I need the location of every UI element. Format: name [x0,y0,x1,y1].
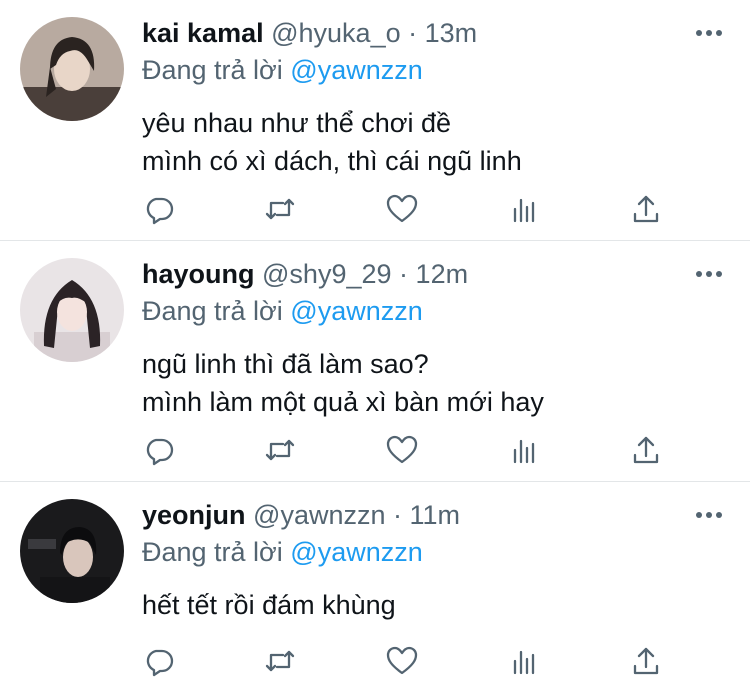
user-handle[interactable]: @shy9_29 [262,259,392,289]
tweet-text: yêu nhau như thể chơi đề mình có xì dách… [142,108,522,176]
avatar[interactable] [20,499,124,603]
replying-label: Đang trả lời [142,296,283,326]
tweet-text: hết tết rồi đám khùng [142,590,396,620]
reply-feed: kai kamal @hyuka_o · 13m Đang trả lời @y… [0,0,750,682]
display-name[interactable]: kai kamal [142,18,264,48]
more-options-icon[interactable] [696,269,722,279]
more-options-icon[interactable] [696,28,722,38]
separator: · [399,259,409,289]
like-icon[interactable] [385,192,419,226]
retweet-icon[interactable] [263,433,297,467]
replying-to-link[interactable]: @yawnzzn [290,537,422,567]
action-bar [142,433,662,467]
action-bar [142,192,662,226]
tweet-text: ngũ linh thì đã làm sao? mình làm một qu… [142,349,544,417]
replying-to-link[interactable]: @yawnzzn [290,296,422,326]
reply-icon[interactable] [142,192,176,226]
separator: · [393,500,403,530]
tweet-card[interactable]: yeonjun @yawnzzn · 11m Đang trả lời @yaw… [0,482,750,682]
views-icon[interactable] [508,433,542,467]
share-icon[interactable] [629,644,663,678]
separator: · [408,18,418,48]
avatar[interactable] [20,17,124,121]
reply-icon[interactable] [142,433,176,467]
replying-to-line: Đang trả lời @yawnzzn [142,52,720,88]
display-name[interactable]: yeonjun [142,500,246,530]
share-icon[interactable] [629,192,663,226]
replying-label: Đang trả lời [142,537,283,567]
views-icon[interactable] [508,192,542,226]
retweet-icon[interactable] [263,644,297,678]
replying-to-line: Đang trả lời @yawnzzn [142,293,720,329]
like-icon[interactable] [385,433,419,467]
display-name[interactable]: hayoung [142,259,255,289]
user-handle[interactable]: @hyuka_o [271,18,401,48]
like-icon[interactable] [385,644,419,678]
replying-to-line: Đang trả lời @yawnzzn [142,534,720,570]
avatar[interactable] [20,258,124,362]
replying-to-link[interactable]: @yawnzzn [290,55,422,85]
timestamp[interactable]: 11m [410,500,461,530]
retweet-icon[interactable] [263,192,297,226]
action-bar [142,644,662,678]
views-icon[interactable] [508,644,542,678]
share-icon[interactable] [629,433,663,467]
timestamp[interactable]: 12m [416,259,469,289]
timestamp[interactable]: 13m [425,18,478,48]
more-options-icon[interactable] [696,510,722,520]
user-handle[interactable]: @yawnzzn [253,500,385,530]
replying-label: Đang trả lời [142,55,283,85]
tweet-card[interactable]: hayoung @shy9_29 · 12m Đang trả lời @yaw… [0,241,750,482]
tweet-card[interactable]: kai kamal @hyuka_o · 13m Đang trả lời @y… [0,0,750,241]
reply-icon[interactable] [142,644,176,678]
